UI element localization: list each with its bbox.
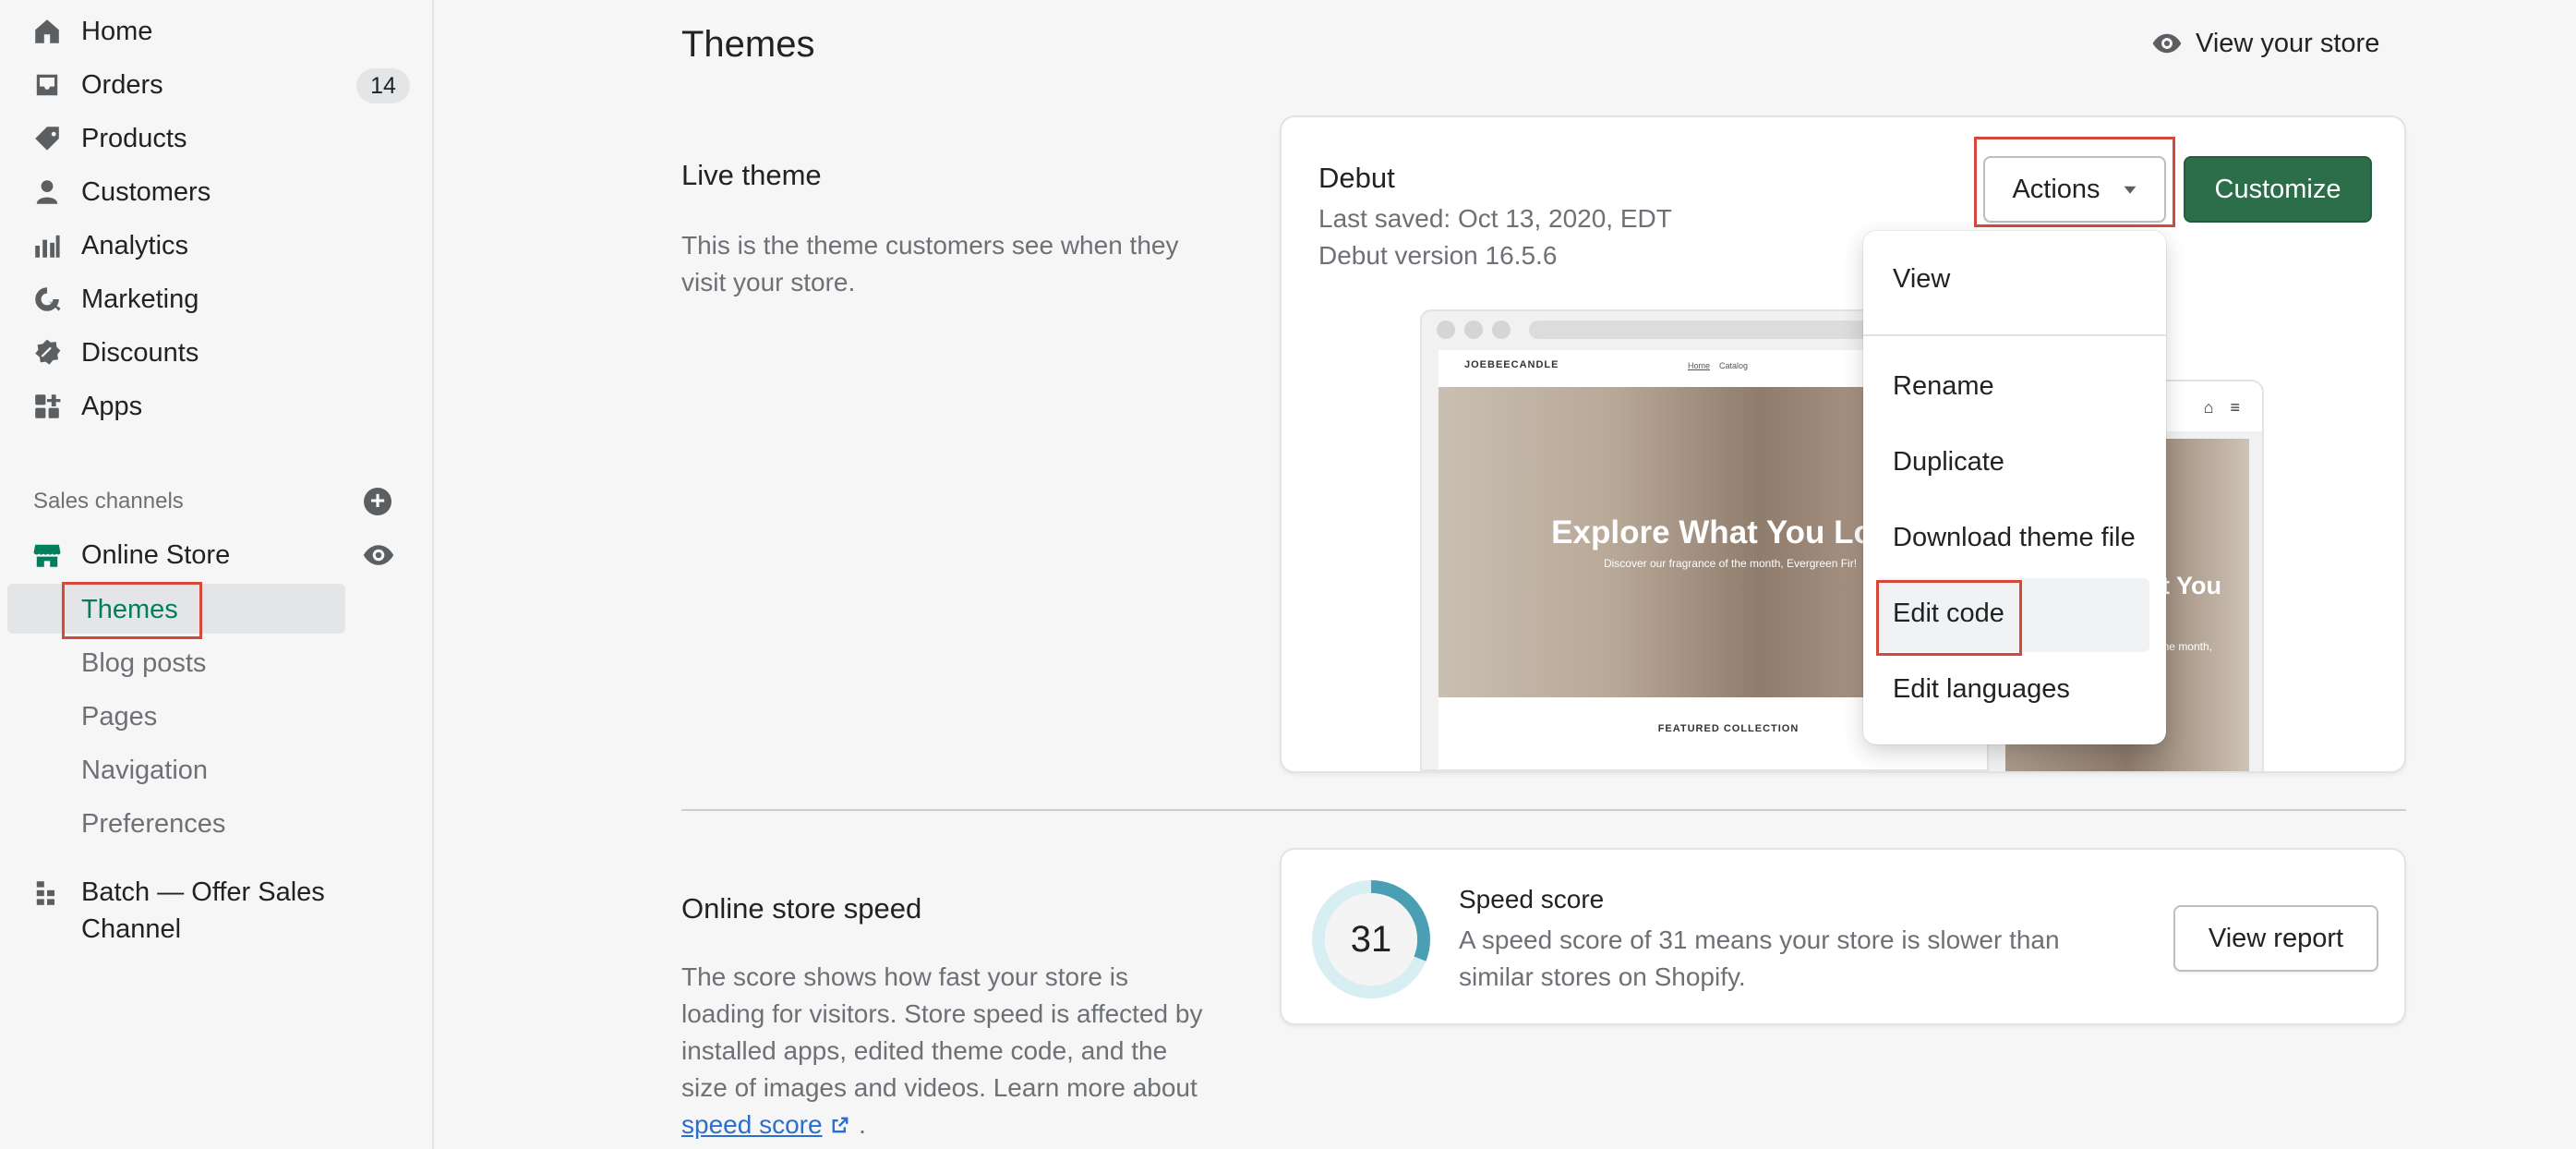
add-sales-channel-icon[interactable]: + — [364, 488, 391, 515]
view-your-store-link[interactable]: View your store — [2151, 28, 2379, 59]
nav-item-marketing[interactable]: Marketing — [0, 272, 434, 326]
menu-item-view[interactable]: View — [1893, 264, 1950, 295]
theme-last-saved: Last saved: Oct 13, 2020, EDT — [1318, 204, 1672, 233]
browser-dots — [1437, 321, 1511, 339]
view-report-button[interactable]: View report — [2173, 905, 2378, 972]
mobile-hero-subtitle: the month, — [2160, 640, 2212, 653]
nav-item-orders[interactable]: Orders 14 — [0, 58, 434, 112]
nav-label: Online Store — [81, 539, 231, 570]
sub-item-navigation[interactable]: Navigation — [81, 756, 208, 786]
nav-label: Batch — Offer Sales Channel — [81, 877, 325, 944]
orders-icon — [31, 69, 63, 101]
menu-item-duplicate[interactable]: Duplicate — [1893, 447, 2004, 478]
nav-item-customers[interactable]: Customers — [0, 165, 434, 219]
batch-app-icon — [31, 877, 63, 909]
themes-highlight-box — [62, 582, 202, 639]
eye-icon[interactable] — [362, 538, 395, 572]
speed-score-title: Speed score — [1459, 885, 1605, 913]
nav-item-apps[interactable]: Apps — [0, 380, 434, 433]
nav-item-analytics[interactable]: Analytics — [0, 219, 434, 272]
preview-nav-catalog: Catalog — [1719, 361, 1749, 370]
home-icon — [31, 16, 63, 47]
nav-label: Apps — [81, 391, 143, 421]
nav-label: Marketing — [81, 284, 199, 314]
speed-score-link[interactable]: speed score — [681, 1110, 823, 1139]
preview-nav: Home Catalog — [1688, 361, 1748, 370]
nav-label: Products — [81, 123, 187, 153]
speed-description-trailing: . — [859, 1110, 866, 1139]
live-theme-card: Debut Last saved: Oct 13, 2020, EDT Debu… — [1280, 115, 2406, 773]
speed-score-value: 31 — [1350, 918, 1392, 960]
nav-item-home[interactable]: Home — [0, 5, 434, 58]
store-icon — [31, 539, 63, 571]
speed-score-description: A speed score of 31 means your store is … — [1459, 925, 2060, 991]
nav-item-products[interactable]: Products — [0, 112, 434, 165]
orders-count-badge: 14 — [356, 68, 410, 103]
nav-label: Analytics — [81, 230, 189, 260]
menu-item-rename[interactable]: Rename — [1893, 371, 1994, 402]
speed-heading: Online store speed — [681, 892, 922, 925]
preview-logo: JOEBEECANDLE — [1464, 359, 1559, 370]
nav-label: Customers — [81, 176, 211, 207]
menu-item-edit-languages[interactable]: Edit languages — [1893, 674, 2070, 705]
actions-menu: View Rename Duplicate Download theme fil… — [1863, 231, 2166, 744]
live-theme-description: This is the theme customers see when the… — [681, 231, 1179, 296]
theme-name: Debut — [1318, 162, 1395, 194]
section-divider — [681, 809, 2406, 811]
apps-icon — [31, 391, 63, 422]
actions-highlight-box — [1974, 137, 2175, 227]
live-theme-heading: Live theme — [681, 159, 822, 191]
cart-icon: ⌂ — [2203, 398, 2214, 417]
view-store-label: View your store — [2196, 28, 2380, 58]
speed-score-card: 31 Speed score A speed score of 31 means… — [1280, 848, 2406, 1025]
preview-nav-home: Home — [1688, 361, 1711, 370]
marketing-icon — [31, 284, 63, 315]
sales-channels-heading: Sales channels — [33, 489, 184, 514]
speed-description: The score shows how fast your store is l… — [681, 959, 1217, 1143]
analytics-icon — [31, 230, 63, 261]
nav-label: Discounts — [81, 337, 199, 368]
nav-item-batch-app[interactable]: Batch — Offer Sales Channel — [0, 874, 434, 948]
speed-description-text: The score shows how fast your store is l… — [681, 962, 1203, 1102]
menu-icon: ≡ — [2230, 398, 2240, 417]
sidebar: Home Orders 14 Products Customers Analyt… — [0, 0, 434, 1149]
sub-item-preferences[interactable]: Preferences — [81, 809, 225, 840]
menu-divider — [1863, 334, 2166, 336]
nav-label: Orders — [81, 69, 163, 100]
person-icon — [31, 176, 63, 208]
edit-code-highlight-box — [1876, 580, 2022, 656]
eye-icon — [2152, 33, 2182, 54]
page-title: Themes — [681, 24, 815, 65]
menu-item-download-theme-file[interactable]: Download theme file — [1893, 523, 2136, 553]
nav-item-discounts[interactable]: Discounts — [0, 326, 434, 380]
discount-icon — [31, 337, 63, 369]
external-link-icon[interactable] — [829, 1114, 851, 1136]
sub-item-blog-posts[interactable]: Blog posts — [81, 648, 206, 679]
theme-version: Debut version 16.5.6 — [1318, 241, 1558, 270]
customize-button[interactable]: Customize — [2184, 156, 2372, 223]
tag-icon — [31, 123, 63, 154]
sub-item-pages[interactable]: Pages — [81, 702, 157, 732]
nav-label: Home — [81, 16, 153, 46]
